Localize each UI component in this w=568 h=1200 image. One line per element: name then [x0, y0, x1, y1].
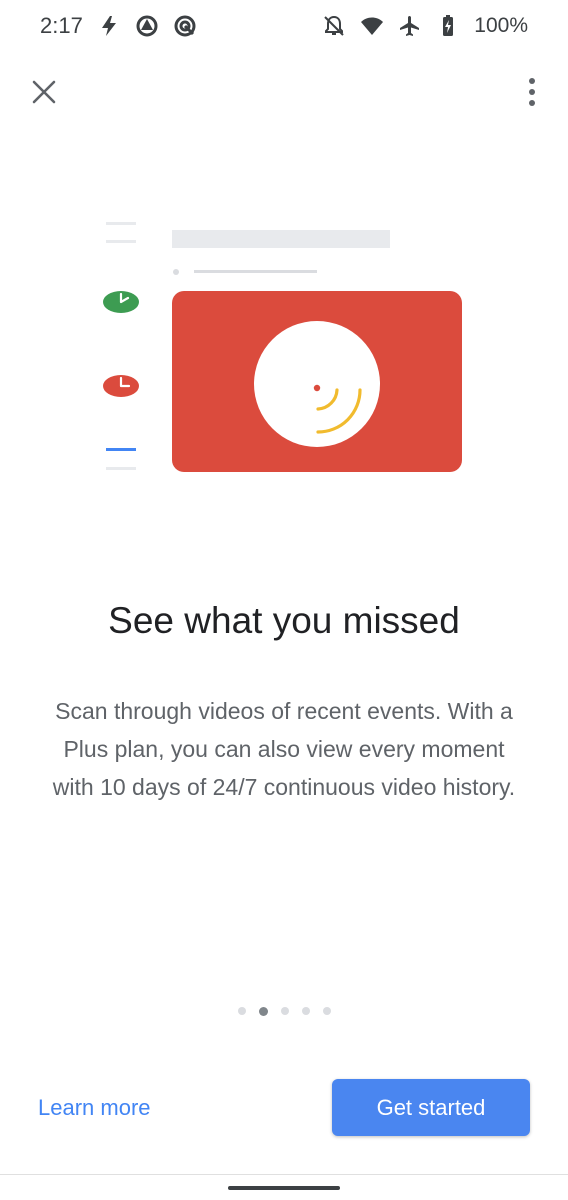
learn-more-link[interactable]: Learn more	[24, 1080, 165, 1136]
get-started-button[interactable]: Get started	[332, 1079, 530, 1136]
page-dot-active[interactable]	[258, 1006, 268, 1016]
battery-percentage: 100%	[474, 14, 528, 37]
timeline-line	[106, 240, 136, 243]
page-dot[interactable]	[322, 1007, 331, 1015]
page-indicator	[0, 1004, 568, 1018]
page-dot[interactable]	[237, 1007, 246, 1015]
status-time: 2:17	[40, 13, 83, 38]
nav-divider	[0, 1174, 568, 1175]
subtitle-dot	[173, 269, 179, 275]
wifi-icon	[361, 17, 384, 35]
app-notification-icon-2	[174, 15, 196, 37]
more-vert-icon	[529, 78, 535, 106]
close-icon	[32, 80, 56, 104]
airplane-mode-icon	[400, 16, 420, 36]
more-options-button[interactable]	[508, 68, 556, 116]
timeline-line	[106, 222, 136, 225]
green-clock-icon	[103, 291, 139, 313]
camera-circle	[254, 321, 380, 447]
video-history-illustration	[103, 222, 462, 472]
onboarding-description: Scan through videos of recent events. Wi…	[52, 698, 516, 800]
close-button[interactable]	[20, 68, 68, 116]
timeline-line	[106, 467, 136, 470]
app-notification-icon	[136, 15, 158, 37]
camera-lens	[313, 384, 321, 392]
status-left: 2:17	[40, 13, 197, 39]
page-dot[interactable]	[301, 1007, 310, 1015]
onboarding-title: See what you missed	[108, 600, 460, 641]
title-placeholder	[172, 230, 390, 248]
flash-icon	[101, 16, 116, 36]
status-bar: 2:17 100%	[0, 0, 568, 52]
page-dot[interactable]	[280, 1007, 289, 1015]
battery-icon	[443, 15, 454, 36]
timeline-active-line	[106, 448, 136, 451]
subtitle-placeholder	[194, 270, 317, 273]
status-right: 100%	[322, 14, 528, 38]
red-clock-icon	[103, 375, 139, 397]
top-app-bar	[0, 62, 568, 122]
home-gesture-handle[interactable]	[228, 1186, 340, 1190]
notifications-off-icon	[324, 15, 344, 36]
